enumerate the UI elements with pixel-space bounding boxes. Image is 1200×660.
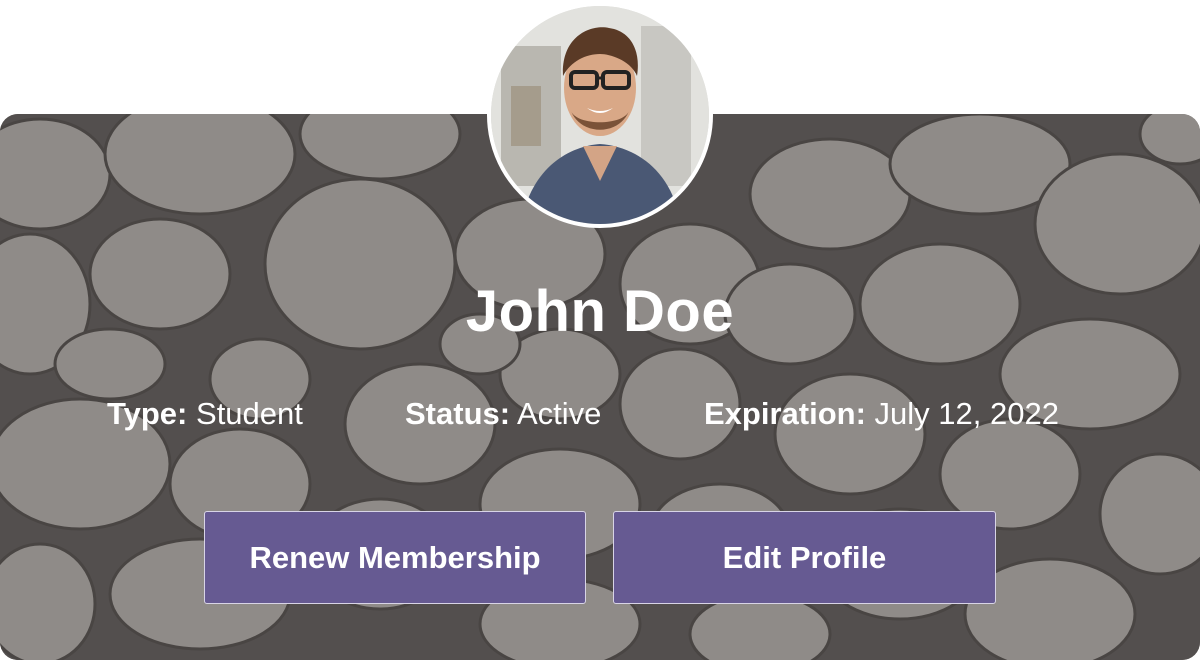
expiration-value: July 12, 2022 — [874, 396, 1059, 431]
membership-expiration: Expiration: July 12, 2022 — [704, 396, 1059, 432]
type-value: Student — [196, 396, 303, 431]
type-label: Type: — [107, 396, 188, 431]
profile-avatar — [487, 2, 713, 228]
member-name: John Doe — [465, 279, 735, 344]
status-value: Active — [516, 396, 602, 431]
edit-profile-button[interactable]: Edit Profile — [613, 511, 996, 604]
status-label: Status: — [405, 396, 511, 431]
renew-membership-button[interactable]: Renew Membership — [204, 511, 586, 604]
membership-type: Type: Student — [107, 396, 303, 432]
profile-photo-icon — [491, 6, 709, 224]
expiration-label: Expiration: — [704, 396, 866, 431]
membership-profile-card-area: John Doe Type: Student Status: Active Ex… — [0, 0, 1200, 660]
membership-status: Status: Active — [405, 396, 601, 432]
